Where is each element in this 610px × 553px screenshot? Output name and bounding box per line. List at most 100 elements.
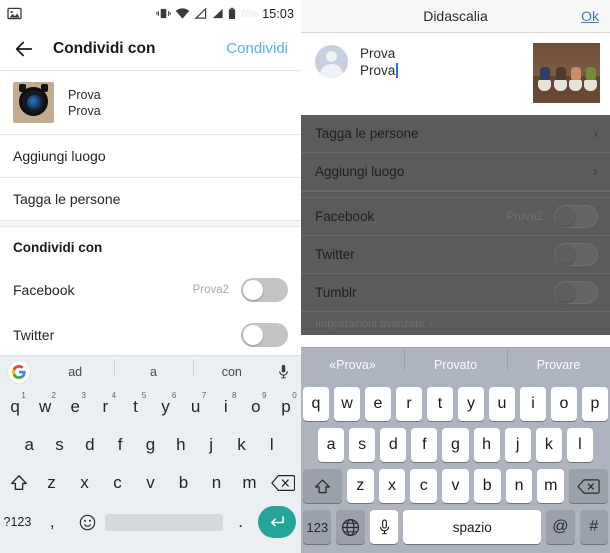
caption-text[interactable]: Prova Prova bbox=[360, 45, 399, 79]
key-q[interactable]: q bbox=[303, 387, 329, 421]
suggestion-0[interactable]: «Prova» bbox=[301, 358, 404, 372]
hash-key[interactable]: # bbox=[579, 510, 609, 544]
key-m[interactable]: m bbox=[537, 469, 565, 503]
facebook-toggle[interactable] bbox=[554, 205, 598, 228]
key-u[interactable]: u7 bbox=[181, 388, 211, 426]
space-key[interactable] bbox=[104, 513, 224, 531]
toggle-row-facebook[interactable]: Facebook Prova2 bbox=[301, 198, 610, 236]
period-key[interactable]: . bbox=[223, 502, 258, 542]
key-h[interactable]: h bbox=[166, 426, 196, 464]
key-w[interactable]: w bbox=[334, 387, 360, 421]
toggle-row-twitter[interactable]: Twitter bbox=[301, 236, 610, 274]
google-g-icon[interactable] bbox=[8, 361, 30, 383]
key-l[interactable]: l bbox=[257, 426, 287, 464]
suggestion-2[interactable]: Provare bbox=[507, 349, 610, 372]
key-n[interactable]: n bbox=[505, 469, 533, 503]
key-x[interactable]: x bbox=[378, 469, 406, 503]
key-q[interactable]: q1 bbox=[0, 388, 30, 426]
key-y[interactable]: y bbox=[458, 387, 484, 421]
smiley-icon[interactable] bbox=[70, 502, 105, 542]
key-u[interactable]: u bbox=[489, 387, 515, 421]
key-o[interactable]: o bbox=[551, 387, 577, 421]
twitter-toggle[interactable] bbox=[241, 322, 288, 347]
suggestion-0[interactable]: ad bbox=[36, 365, 114, 379]
key-g[interactable]: g bbox=[135, 426, 165, 464]
key-e[interactable]: e3 bbox=[60, 388, 90, 426]
row-aggiungi-luogo[interactable]: Aggiungi luogo › bbox=[301, 153, 610, 191]
key-c[interactable]: c bbox=[410, 469, 438, 503]
key-b[interactable]: b bbox=[167, 464, 200, 502]
key-o[interactable]: o9 bbox=[241, 388, 271, 426]
key-s[interactable]: s bbox=[349, 428, 376, 462]
shift-up-icon[interactable] bbox=[303, 469, 342, 503]
key-t[interactable]: t5 bbox=[120, 388, 150, 426]
key-w[interactable]: w2 bbox=[30, 388, 60, 426]
back-arrow-icon[interactable] bbox=[13, 38, 35, 60]
microphone-icon[interactable] bbox=[369, 510, 399, 544]
key-y[interactable]: y6 bbox=[151, 388, 181, 426]
share-button[interactable]: Condividi bbox=[226, 40, 288, 57]
key-f[interactable]: f bbox=[105, 426, 135, 464]
suggestion-1[interactable]: a bbox=[114, 359, 192, 379]
key-h[interactable]: h bbox=[473, 428, 500, 462]
key-k[interactable]: k bbox=[226, 426, 256, 464]
numbers-key[interactable]: 123 bbox=[303, 510, 332, 544]
tumblr-toggle[interactable] bbox=[554, 281, 598, 304]
facebook-toggle[interactable] bbox=[241, 277, 288, 302]
key-c[interactable]: c bbox=[101, 464, 134, 502]
key-r[interactable]: r bbox=[396, 387, 422, 421]
key-t[interactable]: t bbox=[427, 387, 453, 421]
key-d[interactable]: d bbox=[380, 428, 407, 462]
enter-icon[interactable] bbox=[257, 506, 296, 538]
shift-up-icon[interactable] bbox=[2, 464, 35, 502]
ok-button[interactable]: Ok bbox=[581, 8, 599, 24]
symbols-key[interactable]: ?123 bbox=[0, 502, 35, 542]
row-tagga-le-persone[interactable]: Tagga le persone › bbox=[301, 115, 610, 153]
backspace-icon[interactable] bbox=[569, 469, 608, 503]
key-z[interactable]: z bbox=[35, 464, 68, 502]
row-tagga-le-persone[interactable]: Tagga le persone bbox=[0, 178, 301, 220]
key-k[interactable]: k bbox=[535, 428, 562, 462]
key-e[interactable]: e bbox=[365, 387, 391, 421]
key-j[interactable]: j bbox=[504, 428, 531, 462]
comma-key[interactable]: , bbox=[35, 502, 70, 542]
key-m[interactable]: m bbox=[233, 464, 266, 502]
key-s[interactable]: s bbox=[44, 426, 74, 464]
key-f[interactable]: f bbox=[411, 428, 438, 462]
figurine-4 bbox=[584, 67, 597, 91]
twitter-toggle[interactable] bbox=[554, 243, 598, 266]
row-aggiungi-luogo[interactable]: Aggiungi luogo bbox=[0, 135, 301, 177]
key-j[interactable]: j bbox=[196, 426, 226, 464]
microphone-icon[interactable] bbox=[271, 364, 297, 380]
toggle-row-facebook[interactable]: Facebook Prova2 bbox=[0, 267, 301, 312]
key-v[interactable]: v bbox=[442, 469, 469, 503]
key-z[interactable]: z bbox=[346, 469, 374, 503]
key-b[interactable]: b bbox=[473, 469, 501, 503]
key-x[interactable]: x bbox=[68, 464, 101, 502]
key-v[interactable]: v bbox=[134, 464, 167, 502]
photo-thumbnail[interactable] bbox=[533, 43, 600, 103]
suggestion-2[interactable]: con bbox=[192, 359, 271, 379]
suggestion-1[interactable]: Provato bbox=[404, 349, 507, 372]
key-i[interactable]: i bbox=[520, 387, 546, 421]
key-a[interactable]: a bbox=[14, 426, 44, 464]
key-a[interactable]: a bbox=[318, 428, 345, 462]
backspace-icon[interactable] bbox=[266, 464, 299, 502]
row-impostazioni-avanzate[interactable]: Impostazioni avanzate › bbox=[301, 312, 610, 335]
key-p[interactable]: p bbox=[582, 387, 608, 421]
key-r[interactable]: r4 bbox=[90, 388, 120, 426]
post-caption[interactable]: Prova Prova bbox=[68, 87, 101, 119]
key-i[interactable]: i8 bbox=[211, 388, 241, 426]
at-key[interactable]: @ bbox=[546, 510, 575, 544]
key-n[interactable]: n bbox=[200, 464, 233, 502]
key-g[interactable]: g bbox=[442, 428, 469, 462]
key-d[interactable]: d bbox=[75, 426, 105, 464]
toggle-row-tumblr[interactable]: Tumblr bbox=[301, 274, 610, 312]
caption-editor[interactable]: Prova Prova bbox=[301, 33, 610, 115]
globe-icon[interactable] bbox=[336, 510, 365, 544]
key-p[interactable]: p0 bbox=[271, 388, 301, 426]
space-key[interactable]: spazio bbox=[403, 510, 542, 544]
section-gap bbox=[0, 220, 301, 227]
toggle-row-twitter[interactable]: Twitter bbox=[0, 312, 301, 357]
key-l[interactable]: l bbox=[566, 428, 593, 462]
